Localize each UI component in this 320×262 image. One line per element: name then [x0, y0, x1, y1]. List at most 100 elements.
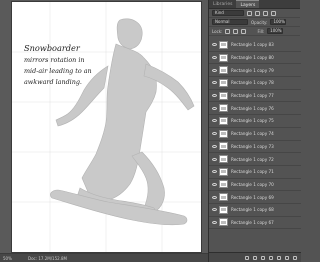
document-page[interactable]: Snowboarder mirrors rotation in mid-air …	[12, 2, 201, 252]
document-artwork: Snowboarder mirrors rotation in mid-air …	[12, 2, 201, 252]
blend-mode-select[interactable]: Normal	[212, 19, 248, 25]
layer-row[interactable]: Rectangle 1 copy 70	[209, 179, 301, 192]
lock-row: Lock: Fill: 100%	[209, 27, 300, 36]
layer-row[interactable]: Rectangle 1 copy 74	[209, 128, 301, 141]
quote-line-1: Snowboarder	[24, 43, 81, 53]
layer-row[interactable]: Rectangle 1 copy 73	[209, 141, 301, 154]
layer-name: Rectangle 1 copy 75	[231, 118, 274, 124]
quote-line-3: mid-air leading to an	[24, 67, 92, 75]
eye-icon[interactable]	[209, 166, 219, 178]
layer-row[interactable]: Rectangle 1 copy 80	[209, 52, 301, 65]
doc-size-info: Doc: 17.2M/152.8M	[28, 256, 67, 261]
status-bar: 50% Doc: 17.2M/152.8M	[0, 253, 208, 262]
layer-name: Rectangle 1 copy 77	[231, 93, 274, 99]
lock-label: Lock:	[212, 28, 223, 34]
quote-line-4: awkward landing.	[24, 78, 82, 86]
layer-row[interactable]: Rectangle 1 copy 83	[209, 39, 301, 52]
layer-name: Rectangle 1 copy 69	[231, 194, 274, 200]
eye-icon[interactable]	[209, 102, 219, 114]
quote-line-2: mirrors rotation in	[24, 56, 84, 64]
layer-row[interactable]: Rectangle 1 copy 76	[209, 102, 301, 116]
panel-tabs: Libraries Layers	[209, 0, 300, 9]
eye-icon[interactable]	[209, 217, 219, 229]
opacity-label: Opacity:	[251, 19, 268, 25]
layer-thumbnail	[219, 180, 228, 189]
layer-thumbnail	[219, 78, 228, 87]
layer-name: Rectangle 1 copy 80	[231, 55, 274, 61]
fill-label: Fill:	[257, 28, 265, 34]
lock-position-icon[interactable]	[233, 28, 239, 34]
adjustment-layer-icon[interactable]	[269, 255, 273, 260]
blend-row: Normal Opacity: 100%	[209, 18, 300, 27]
layer-thumbnail	[219, 142, 228, 151]
eye-icon[interactable]	[209, 52, 219, 64]
layer-row[interactable]: Rectangle 1 copy 67	[209, 217, 301, 230]
lock-all-icon[interactable]	[241, 28, 247, 34]
layer-row[interactable]: Rectangle 1 copy 69	[209, 191, 301, 204]
type-filter-icon[interactable]	[263, 10, 268, 16]
eye-icon[interactable]	[209, 141, 219, 153]
layer-name: Rectangle 1 copy 78	[231, 80, 274, 86]
layer-row[interactable]: Rectangle 1 copy 79	[209, 64, 301, 78]
layer-name: Rectangle 1 copy 74	[231, 131, 274, 137]
layer-thumbnail	[219, 218, 228, 227]
new-group-icon[interactable]	[277, 255, 281, 260]
layer-name: Rectangle 1 copy 73	[231, 143, 274, 149]
new-layer-icon[interactable]	[285, 255, 289, 260]
layer-thumbnail	[219, 66, 228, 75]
layer-name: Rectangle 1 copy 79	[231, 67, 274, 73]
layer-name: Rectangle 1 copy 71	[231, 169, 274, 175]
layers-panel: Libraries Layers Kind Normal Opacity: 10…	[208, 0, 301, 262]
shape-filter-icon[interactable]	[271, 10, 276, 16]
fx-icon[interactable]	[253, 255, 257, 260]
layer-row[interactable]: Rectangle 1 copy 78	[209, 77, 301, 90]
add-mask-icon[interactable]	[261, 255, 265, 260]
tab-libraries[interactable]: Libraries	[209, 0, 236, 8]
layer-name: Rectangle 1 copy 72	[231, 156, 274, 162]
eye-icon[interactable]	[209, 191, 219, 203]
eye-icon[interactable]	[209, 128, 219, 140]
photoshop-window: Snowboarder mirrors rotation in mid-air …	[0, 0, 301, 262]
eye-icon[interactable]	[209, 204, 219, 216]
layer-row[interactable]: Rectangle 1 copy 72	[209, 153, 301, 166]
layer-thumbnail	[219, 193, 228, 202]
layer-thumbnail	[219, 129, 228, 138]
layer-row[interactable]: Rectangle 1 copy 68	[209, 204, 301, 217]
layer-row[interactable]: Rectangle 1 copy 71	[209, 166, 301, 179]
fill-field[interactable]: 100%	[267, 28, 284, 34]
layer-thumbnail	[219, 53, 228, 62]
layer-name: Rectangle 1 copy 70	[231, 181, 274, 187]
kind-filter[interactable]: Kind	[212, 10, 244, 16]
link-layers-icon[interactable]	[245, 255, 249, 260]
layer-thumbnail	[219, 91, 228, 100]
layer-thumbnail	[219, 205, 228, 214]
eye-icon[interactable]	[209, 115, 219, 127]
layer-list[interactable]: Rectangle 1 copy 83 Rectangle 1 copy 80 …	[209, 39, 301, 231]
layer-thumbnail	[219, 167, 228, 176]
layer-row[interactable]: Rectangle 1 copy 75	[209, 115, 301, 128]
eye-icon[interactable]	[209, 39, 219, 51]
eye-icon[interactable]	[209, 77, 219, 89]
opacity-field[interactable]: 100%	[270, 19, 287, 25]
layer-name: Rectangle 1 copy 76	[231, 105, 274, 111]
layer-row[interactable]: Rectangle 1 copy 77	[209, 90, 301, 103]
layer-thumbnail	[219, 40, 228, 49]
adjustment-filter-icon[interactable]	[255, 10, 260, 16]
tab-layers[interactable]: Layers	[236, 0, 260, 8]
layer-name: Rectangle 1 copy 83	[231, 42, 274, 48]
layer-thumbnail	[219, 104, 228, 113]
layer-thumbnail	[219, 116, 228, 125]
layer-name: Rectangle 1 copy 68	[231, 207, 274, 213]
eye-icon[interactable]	[209, 90, 219, 102]
panel-footer	[209, 252, 301, 262]
eye-icon[interactable]	[209, 179, 219, 191]
delete-layer-icon[interactable]	[293, 255, 297, 260]
canvas-area[interactable]: Snowboarder mirrors rotation in mid-air …	[0, 0, 208, 262]
layer-thumbnail	[219, 155, 228, 164]
zoom-level[interactable]: 50%	[3, 254, 12, 262]
pixel-filter-icon[interactable]	[247, 10, 252, 16]
eye-icon[interactable]	[209, 64, 219, 76]
lock-pixels-icon[interactable]	[225, 28, 231, 34]
layer-name: Rectangle 1 copy 67	[231, 219, 274, 225]
eye-icon[interactable]	[209, 153, 219, 165]
